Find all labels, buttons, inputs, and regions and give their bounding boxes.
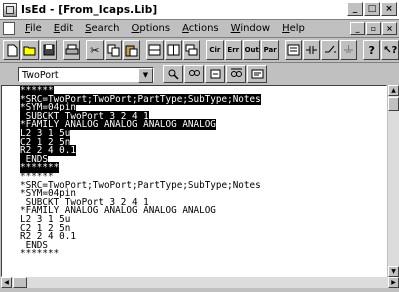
horizontal-scroll-thumb[interactable] <box>13 277 27 288</box>
subcircuit-select-value: TwoPort <box>22 69 59 81</box>
subcircuit-select[interactable]: TwoPort ▼ <box>18 66 154 83</box>
horizontal-scrollbar[interactable]: ◀ ▶ <box>1 277 399 288</box>
open-folder-icon[interactable] <box>21 40 39 60</box>
par-button[interactable]: Par <box>261 40 279 60</box>
doc-restore-button[interactable]: ▫ <box>366 22 381 35</box>
out-button[interactable]: Out <box>243 40 261 60</box>
toolbar: ✂ Cir Err Out Par ? ↖? <box>0 38 399 63</box>
editor-lines: ****** *SRC=TwoPort;TwoPort;PartType;SubT… <box>20 86 261 260</box>
window-title: IsEd - [From_Icaps.Lib] <box>21 3 158 16</box>
help-icon[interactable]: ? <box>363 40 381 60</box>
document-icon[interactable] <box>3 22 15 35</box>
err-button[interactable]: Err <box>224 40 242 60</box>
scroll-right-icon[interactable]: ▶ <box>388 277 399 288</box>
editor-line[interactable]: ******* <box>20 162 261 174</box>
editor-line-text: ******* <box>20 248 60 260</box>
text-editor[interactable]: ****** *SRC=TwoPort;TwoPort;PartType;SubT… <box>1 85 387 277</box>
scroll-up-icon[interactable]: ▲ <box>388 85 399 96</box>
close-button[interactable]: × <box>381 2 397 16</box>
tile-windows-icon[interactable] <box>183 40 201 60</box>
menu-edit[interactable]: Edit <box>48 23 79 34</box>
vertical-scroll-thumb[interactable] <box>388 97 399 111</box>
capacitor-symbol-icon[interactable] <box>303 40 321 60</box>
vertical-scrollbar[interactable]: ▲ ▼ <box>388 85 399 277</box>
doc-close-button[interactable]: × <box>382 22 397 35</box>
menu-window[interactable]: Window <box>225 23 276 34</box>
find-icon[interactable] <box>163 65 183 83</box>
print-icon[interactable] <box>63 40 81 60</box>
list-icon[interactable] <box>284 40 302 60</box>
menu-file[interactable]: File <box>19 23 48 34</box>
scroll-left-icon[interactable]: ◀ <box>1 277 12 288</box>
caption-buttons: _ □ × <box>346 2 397 16</box>
paste-icon[interactable] <box>123 40 141 60</box>
editor-line[interactable]: R2 2 4 0.1 <box>20 232 261 242</box>
menu-bar: File Edit Search Options Actions Window … <box>0 20 399 38</box>
app-icon[interactable] <box>3 2 17 17</box>
bookmark-icon[interactable] <box>247 65 267 83</box>
vertical-split-icon[interactable] <box>164 40 182 60</box>
ground-symbol-icon[interactable] <box>339 40 358 60</box>
save-disk-icon[interactable] <box>39 40 58 60</box>
menu-help[interactable]: Help <box>276 23 311 34</box>
horizontal-split-icon[interactable] <box>146 40 164 60</box>
restore-button[interactable]: □ <box>364 2 380 16</box>
menu-options[interactable]: Options <box>126 23 177 34</box>
cut-icon[interactable]: ✂ <box>86 40 104 60</box>
find-previous-icon[interactable] <box>184 65 204 83</box>
document-caption-buttons: _ ▫ × <box>349 22 397 35</box>
app-window: IsEd - [From_Icaps.Lib] _ □ × File Edit … <box>0 0 399 292</box>
minimize-button[interactable]: _ <box>347 2 363 16</box>
chevron-down-icon[interactable]: ▼ <box>138 67 153 83</box>
title-bar[interactable]: IsEd - [From_Icaps.Lib] _ □ × <box>0 0 399 20</box>
editor-line[interactable]: R2 2 4 0.1 <box>20 145 261 157</box>
menu-search[interactable]: Search <box>79 23 125 34</box>
subcircuit-bar: TwoPort ▼ <box>0 63 399 85</box>
context-help-icon[interactable]: ↖? <box>381 40 399 60</box>
editor-line[interactable]: ******* <box>20 248 261 260</box>
copy-icon[interactable] <box>104 40 122 60</box>
cir-button[interactable]: Cir <box>206 40 224 60</box>
doc-minimize-button[interactable]: _ <box>350 22 365 35</box>
find-next-icon[interactable] <box>205 65 225 83</box>
scroll-down-icon[interactable]: ▼ <box>388 266 399 277</box>
menu-actions[interactable]: Actions <box>176 23 225 34</box>
replace-icon[interactable] <box>226 65 246 83</box>
new-file-icon[interactable] <box>3 40 21 60</box>
switch-symbol-icon[interactable] <box>321 40 339 60</box>
